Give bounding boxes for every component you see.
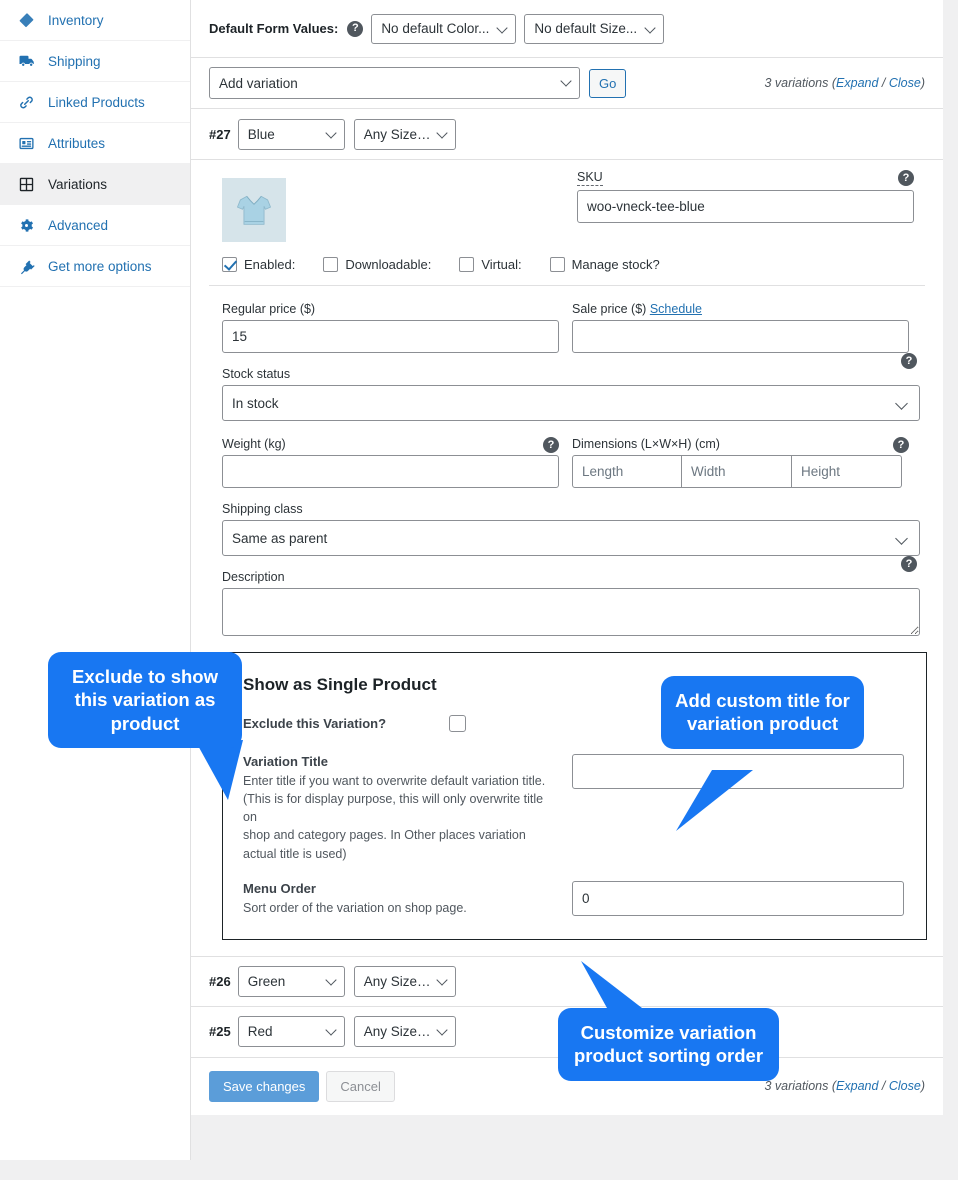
woocommerce-variations-screen: Inventory Shipping Linked Products Attri… [0, 0, 958, 1180]
callout-sorting-order: Customize variation product sorting orde… [558, 1008, 779, 1081]
callout-exclude-variation: Exclude to show this variation as produc… [48, 652, 242, 748]
callout-custom-title: Add custom title for variation product [661, 676, 864, 749]
callout-tail-1 [196, 740, 243, 800]
callout-tail-2 [676, 770, 753, 831]
callout-tails [0, 0, 958, 1180]
callout-tail-3 [581, 961, 642, 1008]
